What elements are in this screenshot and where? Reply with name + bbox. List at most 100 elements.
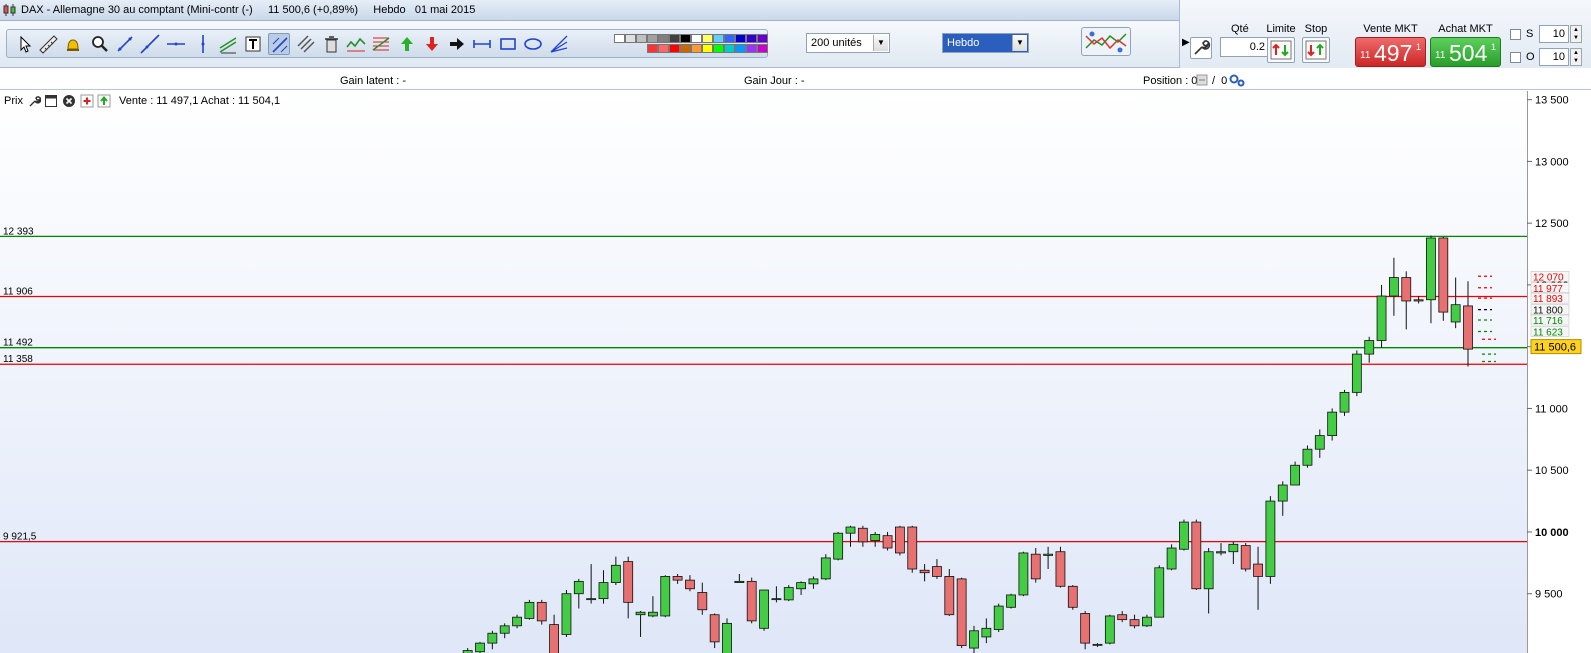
rectangle-tool-button[interactable]	[497, 33, 519, 55]
sell-market-button[interactable]: 11 497 1	[1355, 37, 1426, 67]
color-swatch[interactable]	[702, 44, 713, 53]
o-spinner[interactable]: ▲ ▼	[1570, 48, 1582, 66]
candle-body	[845, 526, 856, 534]
candle-body	[932, 566, 942, 577]
color-swatch[interactable]	[735, 34, 746, 43]
color-swatch[interactable]	[724, 34, 735, 43]
rectangle-icon	[500, 38, 516, 50]
chevron-down-icon[interactable]: ▼	[873, 35, 888, 51]
wrench-icon	[1194, 40, 1211, 55]
wrench-icon[interactable]	[27, 94, 41, 108]
candle-body	[1290, 464, 1300, 486]
candle-body	[598, 582, 609, 600]
color-swatch[interactable]	[713, 44, 724, 53]
zoom-icon	[92, 36, 108, 52]
color-swatch[interactable]	[691, 44, 702, 53]
color-swatch[interactable]	[680, 44, 691, 53]
cursor-icon	[20, 35, 32, 53]
vertical-line-tool-button[interactable]	[192, 33, 214, 55]
color-swatch[interactable]	[691, 34, 702, 43]
o-label: O	[1526, 51, 1535, 63]
text-tool-button[interactable]	[242, 33, 264, 55]
gears-icon[interactable]	[1229, 73, 1245, 87]
color-swatch[interactable]	[724, 44, 735, 53]
draw-tool-button[interactable]	[268, 33, 290, 55]
color-swatch[interactable]	[746, 44, 757, 53]
wave-icon	[346, 37, 366, 52]
candle-body	[1191, 521, 1202, 590]
chevron-down-icon[interactable]: ▼	[1012, 35, 1027, 51]
level-label: 9 921,5	[3, 532, 37, 543]
fan-tool-button[interactable]	[548, 33, 570, 55]
level-label: 12 393	[3, 226, 34, 237]
buy-arrow-tool-button[interactable]	[396, 33, 418, 55]
color-swatch[interactable]	[746, 34, 757, 43]
color-swatch[interactable]	[713, 34, 724, 43]
candle-body	[1327, 411, 1338, 437]
color-swatch[interactable]	[702, 34, 713, 43]
candle-body	[956, 578, 967, 646]
s-value-input[interactable]: 10	[1539, 25, 1569, 43]
color-swatch[interactable]	[757, 44, 768, 53]
stop-order-button[interactable]	[1302, 37, 1330, 63]
range-icon	[473, 40, 491, 48]
cursor-tool-button[interactable]	[14, 33, 36, 55]
strategy-button[interactable]	[1081, 27, 1131, 56]
color-swatch[interactable]	[669, 44, 680, 53]
segment-tool-button[interactable]	[114, 33, 136, 55]
wave-tool-button[interactable]	[345, 33, 367, 55]
move-up-icon[interactable]	[97, 94, 111, 108]
color-swatch[interactable]	[757, 34, 768, 43]
fibonacci-tool-button[interactable]	[370, 33, 392, 55]
limit-order-button[interactable]	[1267, 37, 1295, 63]
close-panel-icon[interactable]	[62, 94, 76, 108]
ellipse-icon	[524, 38, 542, 50]
color-swatch[interactable]	[647, 34, 658, 43]
candlestick-chart[interactable]: 9 50010 00010 50011 00011 50012 00012 50…	[0, 91, 1591, 653]
ruler-tool-button[interactable]	[37, 33, 59, 55]
period-select[interactable]: Hebdo ▼	[942, 33, 1029, 53]
add-indicator-icon[interactable]	[80, 94, 94, 108]
position-detail-icon[interactable]	[1196, 74, 1208, 86]
ellipse-tool-button[interactable]	[522, 33, 544, 55]
units-select[interactable]: 200 unités ▼	[806, 33, 890, 53]
right-arrow-tool-button[interactable]	[446, 33, 468, 55]
color-swatch[interactable]	[625, 34, 636, 43]
color-swatch[interactable]	[614, 34, 625, 43]
zoom-tool-button[interactable]	[88, 33, 110, 55]
color-swatch[interactable]	[647, 44, 658, 53]
horizontal-line-tool-button[interactable]	[165, 33, 187, 55]
candle-body	[771, 598, 782, 601]
buy-market-button[interactable]: 11 504 1	[1430, 37, 1501, 67]
pitchfork-tool-button[interactable]	[295, 33, 317, 55]
bid-ask-quote: Vente : 11 497,1 Achat : 11 504,1	[119, 95, 281, 107]
alarm-bell-tool-button[interactable]	[62, 33, 84, 55]
candle-body	[759, 589, 769, 629]
sell-arrow-tool-button[interactable]	[421, 33, 443, 55]
color-swatch[interactable]	[669, 34, 680, 43]
color-swatch[interactable]	[680, 34, 691, 43]
trendline-tool-button[interactable]	[139, 33, 161, 55]
o-value-input[interactable]: 10	[1539, 48, 1569, 66]
color-swatch[interactable]	[658, 34, 669, 43]
channel-tool-button[interactable]	[217, 33, 239, 55]
s-checkbox[interactable]	[1510, 29, 1521, 40]
order-settings-button[interactable]	[1190, 37, 1212, 59]
range-tool-button[interactable]	[471, 33, 493, 55]
s-spinner[interactable]: ▲ ▼	[1570, 25, 1582, 43]
candle-body	[993, 605, 1004, 630]
price-chart[interactable]: 9 50010 00010 50011 00011 50012 00012 50…	[0, 91, 1591, 653]
candlestick-app-icon	[3, 4, 16, 16]
candle-body	[722, 622, 732, 653]
qty-input[interactable]: 0.2	[1220, 37, 1270, 57]
color-swatch[interactable]	[636, 34, 647, 43]
collapse-arrow-icon[interactable]: ▶	[1182, 37, 1190, 48]
color-swatch[interactable]	[735, 44, 746, 53]
o-checkbox[interactable]	[1510, 52, 1521, 63]
drawing-tools-group	[6, 29, 768, 58]
trash-tool-button[interactable]	[320, 33, 342, 55]
color-swatch[interactable]	[658, 44, 669, 53]
order-panel: ▶ Qté 0.2 ▲▼ Limite Stop Vente MKT	[1179, 0, 1591, 68]
window-icon[interactable]	[44, 94, 58, 108]
candle-body	[1043, 553, 1053, 556]
